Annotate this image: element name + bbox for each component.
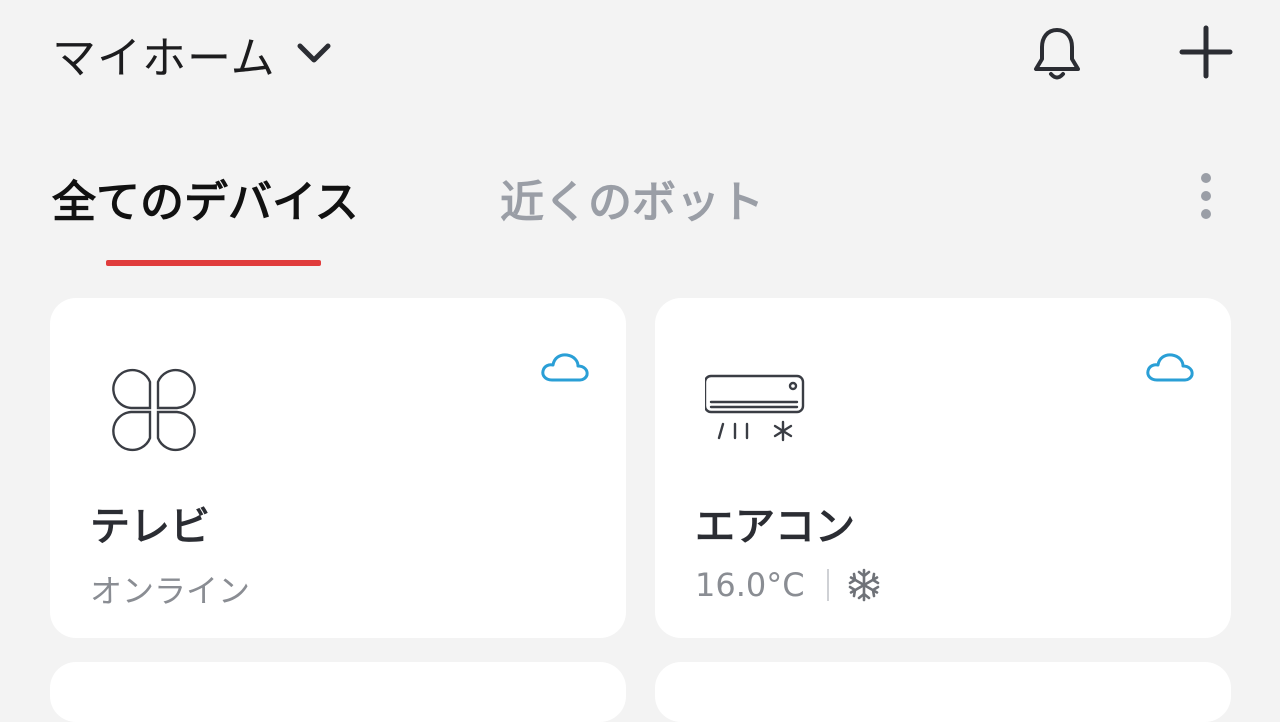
active-tab-indicator (106, 260, 321, 266)
chevron-down-icon (294, 34, 334, 74)
tv-remote-icon (100, 362, 210, 458)
air-conditioner-icon (703, 362, 815, 458)
device-name: テレビ (90, 504, 210, 550)
cloud-icon (540, 350, 590, 386)
more-vertical-icon (1198, 171, 1214, 225)
snowflake-icon (847, 568, 881, 602)
plus-icon (1178, 24, 1234, 84)
home-title: マイホーム (52, 33, 276, 84)
cloud-icon (1145, 350, 1195, 386)
status-divider (826, 569, 829, 601)
device-card-partial[interactable] (50, 662, 626, 722)
device-card-air-conditioner[interactable]: エアコン 16.0°C (655, 298, 1231, 638)
device-status: オンライン (90, 566, 250, 612)
device-tabs: 全てのデバイス 近くのボット (0, 150, 1280, 280)
top-bar: マイホーム (0, 0, 1280, 110)
device-status: 16.0°C (695, 566, 881, 604)
temperature-value: 16.0°C (695, 566, 805, 604)
notifications-button[interactable] (1028, 26, 1086, 86)
home-selector[interactable]: マイホーム (52, 28, 334, 84)
more-options-button[interactable] (1186, 170, 1226, 226)
tab-nearby-bots[interactable]: 近くのボット (500, 166, 764, 230)
device-card-partial[interactable] (655, 662, 1231, 722)
device-card-tv[interactable]: テレビ オンライン (50, 298, 626, 638)
tab-all-devices[interactable]: 全てのデバイス (52, 166, 359, 230)
add-device-button[interactable] (1176, 24, 1236, 84)
device-name: エアコン (695, 504, 855, 550)
status-text: オンライン (90, 572, 251, 610)
bell-icon (1030, 25, 1084, 87)
